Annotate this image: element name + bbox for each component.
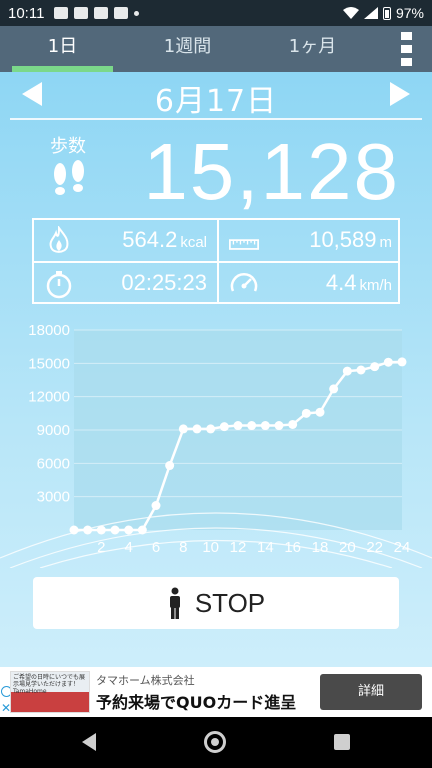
tab-week[interactable]: 1週間 [125, 26, 250, 72]
data-point-hour-4 [124, 525, 134, 535]
navigation-bar [0, 717, 432, 768]
ad-company: タマホーム株式会社 [96, 674, 195, 687]
ad-image[interactable]: ご希望の日時にいつでも展示場見学いただけます！ TamaHome [10, 671, 90, 713]
more-notifications-icon [134, 10, 140, 16]
home-icon[interactable] [204, 731, 226, 753]
data-point-hour-7 [165, 461, 175, 471]
x-tick-label: 10 [202, 539, 219, 556]
stopwatch-icon [46, 271, 72, 299]
data-point-hour-15 [274, 421, 284, 431]
gmail-notification-icon [94, 7, 109, 19]
gallery-notification-icon [54, 7, 69, 19]
data-point-hour-23 [383, 357, 393, 367]
app-notification-icon [114, 7, 129, 19]
data-point-hour-18 [315, 407, 325, 417]
speedometer-icon [230, 273, 258, 292]
distance-cell: 10,589 m [219, 220, 402, 261]
calories-value: 564.2 [122, 227, 178, 252]
tab-day[interactable]: 1日 [0, 26, 125, 72]
data-point-hour-24 [397, 357, 407, 367]
main-panel: 6月17日 歩数 15,128 564.2 kcal 10,589 m 02:2… [0, 72, 432, 667]
x-tick-label: 16 [284, 539, 301, 556]
y-tick-label: 18000 [28, 322, 70, 339]
signal-icon [363, 7, 378, 19]
data-point-hour-19 [329, 384, 339, 394]
data-point-hour-12 [233, 421, 243, 431]
status-time: 10:11 [8, 4, 45, 22]
speed-value: 4.4 [325, 270, 357, 295]
ruler-icon [229, 239, 259, 250]
data-point-hour-5 [137, 525, 147, 535]
speed-cell: 4.4 km/h [219, 263, 402, 304]
data-point-hour-14 [260, 421, 270, 431]
current-date: 6月17日 [154, 84, 278, 119]
x-tick-label: 8 [179, 539, 187, 556]
data-point-hour-17 [301, 408, 311, 418]
data-point-hour-16 [288, 419, 298, 429]
battery-percent: 97% [395, 5, 424, 21]
y-tick-label: 6000 [37, 455, 70, 472]
data-point-hour-9 [192, 424, 202, 434]
data-point-hour-11 [219, 422, 229, 432]
period-tabs: 1日 1週間 1ヶ月 [0, 26, 432, 72]
status-bar: 10:11 97% [0, 0, 432, 26]
hourly-steps-chart: 300060009000120001500018000 2 4 6 8 10 12 14 16… [0, 322, 432, 568]
data-point-hour-20 [342, 366, 352, 376]
stop-button-label: STOP [194, 587, 266, 618]
data-point-hour-3 [110, 525, 120, 535]
x-tick-label: 2 [97, 539, 105, 556]
distance-value: 10,589 [309, 227, 377, 252]
next-day-arrow-icon[interactable] [390, 82, 410, 106]
data-point-hour-21 [356, 365, 366, 375]
x-tick-label: 6 [152, 539, 160, 556]
y-tick-label: 3000 [37, 489, 70, 506]
date-navigator: 6月17日 [0, 72, 432, 119]
stop-button[interactable]: STOP [33, 577, 399, 629]
steps-label: 歩数 [50, 136, 86, 157]
battery-icon [382, 6, 391, 20]
x-tick-label: 12 [230, 539, 247, 556]
calories-cell: 564.2 kcal [34, 220, 217, 261]
sync-notification-icon [74, 7, 89, 19]
wifi-icon [342, 7, 359, 19]
data-point-hour-0 [69, 525, 79, 535]
data-point-hour-2 [96, 525, 106, 535]
data-point-hour-10 [206, 424, 216, 434]
data-point-hour-22 [370, 362, 380, 372]
x-tick-label: 24 [394, 539, 411, 556]
x-tick-label: 20 [339, 539, 356, 556]
calories-unit: kcal [180, 234, 207, 251]
flame-icon [49, 226, 69, 253]
x-tick-label: 18 [312, 539, 329, 556]
speed-unit: km/h [359, 277, 392, 294]
recents-icon[interactable] [334, 734, 350, 750]
data-point-hour-1 [83, 525, 93, 535]
duration-cell: 02:25:23 [34, 263, 217, 304]
data-point-hour-8 [178, 424, 188, 434]
person-icon [169, 587, 180, 619]
ad-headline[interactable]: 予約来場でQUOカード進呈 [96, 689, 296, 713]
x-tick-label: 22 [366, 539, 383, 556]
y-tick-label: 12000 [28, 389, 70, 406]
footprints-icon [54, 160, 84, 195]
y-tick-label: 15000 [28, 355, 70, 372]
x-tick-label: 14 [257, 539, 274, 556]
ad-banner[interactable]: ✕ ご希望の日時にいつでも展示場見学いただけます！ TamaHome タマホーム… [0, 667, 432, 717]
tab-month[interactable]: 1ヶ月 [250, 26, 375, 72]
data-point-hour-13 [247, 421, 257, 431]
overflow-menu-button[interactable] [400, 32, 412, 66]
y-tick-label: 9000 [37, 422, 70, 439]
back-icon[interactable] [82, 733, 96, 751]
x-tick-label: 4 [124, 539, 132, 556]
data-point-hour-6 [151, 501, 161, 511]
stats-grid: 564.2 kcal 10,589 m 02:25:23 4.4 km/h [32, 218, 400, 304]
step-count: 15,128 [143, 127, 400, 216]
distance-unit: m [379, 234, 393, 251]
divider [10, 118, 422, 120]
duration-value: 02:25:23 [121, 270, 207, 295]
ad-details-button[interactable]: 詳細 [320, 674, 422, 710]
